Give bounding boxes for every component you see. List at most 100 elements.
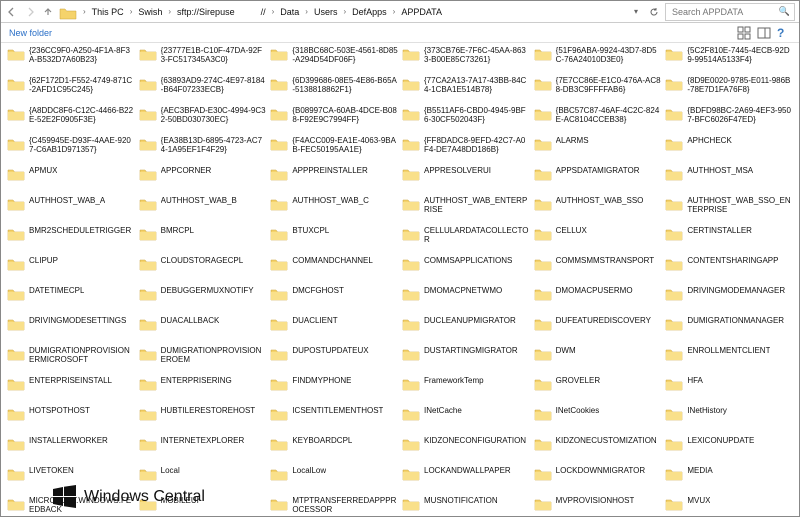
folder-item[interactable]: INTERNETEXPLORER: [137, 435, 269, 465]
folder-item[interactable]: MOBILEUI: [137, 495, 269, 516]
folder-item[interactable]: {373CB76E-7F6C-45AA-8633-B00E85C73261}: [400, 45, 532, 75]
breadcrumb-segment[interactable]: Swish: [138, 7, 162, 17]
breadcrumb-segment[interactable]: DefApps: [352, 7, 387, 17]
folder-item[interactable]: ICSENTITLEMENTHOST: [268, 405, 400, 435]
folder-item[interactable]: FINDMYPHONE: [268, 375, 400, 405]
folder-item[interactable]: COMMSAPPLICATIONS: [400, 255, 532, 285]
folder-item[interactable]: ENTERPRISERING: [137, 375, 269, 405]
folder-item[interactable]: {236CC9F0-A250-4F1A-8F3A-B532D7A60B23}: [5, 45, 137, 75]
help-button[interactable]: ?: [777, 26, 791, 40]
preview-pane-button[interactable]: [757, 26, 771, 40]
folder-item[interactable]: INSTALLERWORKER: [5, 435, 137, 465]
folder-item[interactable]: LIVETOKEN: [5, 465, 137, 495]
folder-item[interactable]: {63893AD9-274C-4E97-8184-B64F07233ECB}: [137, 75, 269, 105]
folder-item[interactable]: {318BC68C-503E-4561-8D85-A294D54DF06F}: [268, 45, 400, 75]
folder-item[interactable]: INetCookies: [532, 405, 664, 435]
folder-item[interactable]: {AEC3BFAD-E30C-4994-9C32-50BD030730EC}: [137, 105, 269, 135]
folder-item[interactable]: AUTHHOST_WAB_C: [268, 195, 400, 225]
folder-item[interactable]: DUSTARTINGMIGRATOR: [400, 345, 532, 375]
folder-item[interactable]: {BBC57C87-46AF-4C2C-824E-AC8104CCEB38}: [532, 105, 664, 135]
folder-item[interactable]: ENTERPRISEINSTALL: [5, 375, 137, 405]
folder-item[interactable]: DMOMACPNETWMO: [400, 285, 532, 315]
folder-item[interactable]: DRIVINGMODESETTINGS: [5, 315, 137, 345]
folder-item[interactable]: BMR2SCHEDULETRIGGER: [5, 225, 137, 255]
folder-item[interactable]: DMOMACPUSERMO: [532, 285, 664, 315]
breadcrumb-segment[interactable]: //: [261, 7, 266, 17]
folder-item[interactable]: {FF8DADC8-9EFD-42C7-A0F4-DE7A48DD186B}: [400, 135, 532, 165]
folder-item[interactable]: ENROLLMENTCLIENT: [663, 345, 795, 375]
folder-item[interactable]: {BDFD98BC-2A69-4EF3-9507-BFC6026F47ED}: [663, 105, 795, 135]
folder-item[interactable]: BMRCPL: [137, 225, 269, 255]
folder-item[interactable]: AUTHHOST_WAB_SSO: [532, 195, 664, 225]
folder-item[interactable]: APPPREINSTALLER: [268, 165, 400, 195]
folder-item[interactable]: {51F96ABA-9924-43D7-8D5C-76A24010D3E0}: [532, 45, 664, 75]
folder-item[interactable]: DWM: [532, 345, 664, 375]
folder-item[interactable]: DUACLIENT: [268, 315, 400, 345]
dropdown-button[interactable]: ▾: [629, 5, 643, 19]
folder-item[interactable]: DUCLEANUPMIGRATOR: [400, 315, 532, 345]
folder-item[interactable]: AUTHHOST_WAB_B: [137, 195, 269, 225]
folder-item[interactable]: ALARMS: [532, 135, 664, 165]
folder-item[interactable]: {5C2F810E-7445-4ECB-92D9-99514A5133F4}: [663, 45, 795, 75]
folder-item[interactable]: LocalLow: [268, 465, 400, 495]
nav-forward-button[interactable]: [23, 5, 37, 19]
folder-item[interactable]: GROVELER: [532, 375, 664, 405]
folder-item[interactable]: AUTHHOST_WAB_SSO_ENTERPRISE: [663, 195, 795, 225]
nav-up-button[interactable]: [41, 5, 55, 19]
folder-item[interactable]: {62F172D1-F552-4749-871C-2AFD1C95C245}: [5, 75, 137, 105]
folder-item[interactable]: COMMSMMSTRANSPORT: [532, 255, 664, 285]
folder-item[interactable]: APPCORNER: [137, 165, 269, 195]
folder-item[interactable]: {77CA2A13-7A17-43BB-84C4-1CBA1E514B78}: [400, 75, 532, 105]
folder-item[interactable]: {B5511AF6-CBD0-4945-9BF6-30CF502043F}: [400, 105, 532, 135]
folder-item[interactable]: HUBTILERESTOREHOST: [137, 405, 269, 435]
folder-item[interactable]: DMCFGHOST: [268, 285, 400, 315]
folder-item[interactable]: {6D399686-08E5-4E86-B65A-5138818862F1}: [268, 75, 400, 105]
folder-item[interactable]: INetCache: [400, 405, 532, 435]
nav-back-button[interactable]: [5, 5, 19, 19]
folder-item[interactable]: Local: [137, 465, 269, 495]
folder-item[interactable]: MUSNOTIFICATION: [400, 495, 532, 516]
folder-item[interactable]: CLIPUP: [5, 255, 137, 285]
folder-item[interactable]: CONTENTSHARINGAPP: [663, 255, 795, 285]
folder-item[interactable]: {8D9E0020-9785-E011-986B-78E7D1FA76F8}: [663, 75, 795, 105]
folder-item[interactable]: HOTSPOTHOST: [5, 405, 137, 435]
folder-item[interactable]: {B08997CA-60AB-4DCE-B088-F92E9C7994FF}: [268, 105, 400, 135]
folder-item[interactable]: APPSDATAMIGRATOR: [532, 165, 664, 195]
breadcrumb-segment[interactable]: Users: [314, 7, 338, 17]
folder-item[interactable]: DUMIGRATIONPROVISIONERMICROSOFT: [5, 345, 137, 375]
folder-item[interactable]: DUFEATUREDISCOVERY: [532, 315, 664, 345]
folder-item[interactable]: CLOUDSTORAGECPL: [137, 255, 269, 285]
folder-item[interactable]: DUPOSTUPDATEUX: [268, 345, 400, 375]
folder-item[interactable]: DATETIMECPL: [5, 285, 137, 315]
breadcrumb-segment[interactable]: This PC: [92, 7, 124, 17]
folder-item[interactable]: AUTHHOST_MSA: [663, 165, 795, 195]
folder-item[interactable]: LOCKANDWALLPAPER: [400, 465, 532, 495]
view-options-button[interactable]: [737, 26, 751, 40]
folder-item[interactable]: INetHistory: [663, 405, 795, 435]
new-folder-button[interactable]: New folder: [9, 28, 52, 38]
folder-item[interactable]: COMMANDCHANNEL: [268, 255, 400, 285]
breadcrumb-segment[interactable]: sftp://Sirepuse: [177, 7, 235, 17]
folder-item[interactable]: {C459945E-D93F-4AAE-9207-C6AB1D971357}: [5, 135, 137, 165]
breadcrumb-segment[interactable]: APPDATA: [401, 7, 442, 17]
folder-item[interactable]: APHCHECK: [663, 135, 795, 165]
folder-item[interactable]: APPRESOLVERUI: [400, 165, 532, 195]
search-input[interactable]: [670, 6, 779, 18]
folder-item[interactable]: BTUXCPL: [268, 225, 400, 255]
folder-item[interactable]: KIDZONECUSTOMIZATION: [532, 435, 664, 465]
search-box[interactable]: 🔍: [665, 3, 795, 21]
folder-item[interactable]: AUTHHOST_WAB_A: [5, 195, 137, 225]
folder-item[interactable]: MVPROVISIONHOST: [532, 495, 664, 516]
folder-item[interactable]: DEBUGGERMUXNOTIFY: [137, 285, 269, 315]
folder-item[interactable]: DRIVINGMODEMANAGER: [663, 285, 795, 315]
folder-item[interactable]: KIDZONECONFIGURATION: [400, 435, 532, 465]
folder-item[interactable]: {F4ACC009-EA1E-4063-9BAB-FEC50195AA1E}: [268, 135, 400, 165]
folder-item[interactable]: CELLULARDATACOLLECTOR: [400, 225, 532, 255]
folder-item[interactable]: AUTHHOST_WAB_ENTERPRISE: [400, 195, 532, 225]
breadcrumb-segment[interactable]: Data: [280, 7, 299, 17]
folder-item[interactable]: HFA: [663, 375, 795, 405]
refresh-button[interactable]: [647, 5, 661, 19]
folder-item[interactable]: CELLUX: [532, 225, 664, 255]
folder-item[interactable]: MICROSOFT.WINDOWS.FEEDBACK: [5, 495, 137, 516]
folder-item[interactable]: {A8DDC8F6-C12C-4466-B22E-52E2F0905F3E}: [5, 105, 137, 135]
